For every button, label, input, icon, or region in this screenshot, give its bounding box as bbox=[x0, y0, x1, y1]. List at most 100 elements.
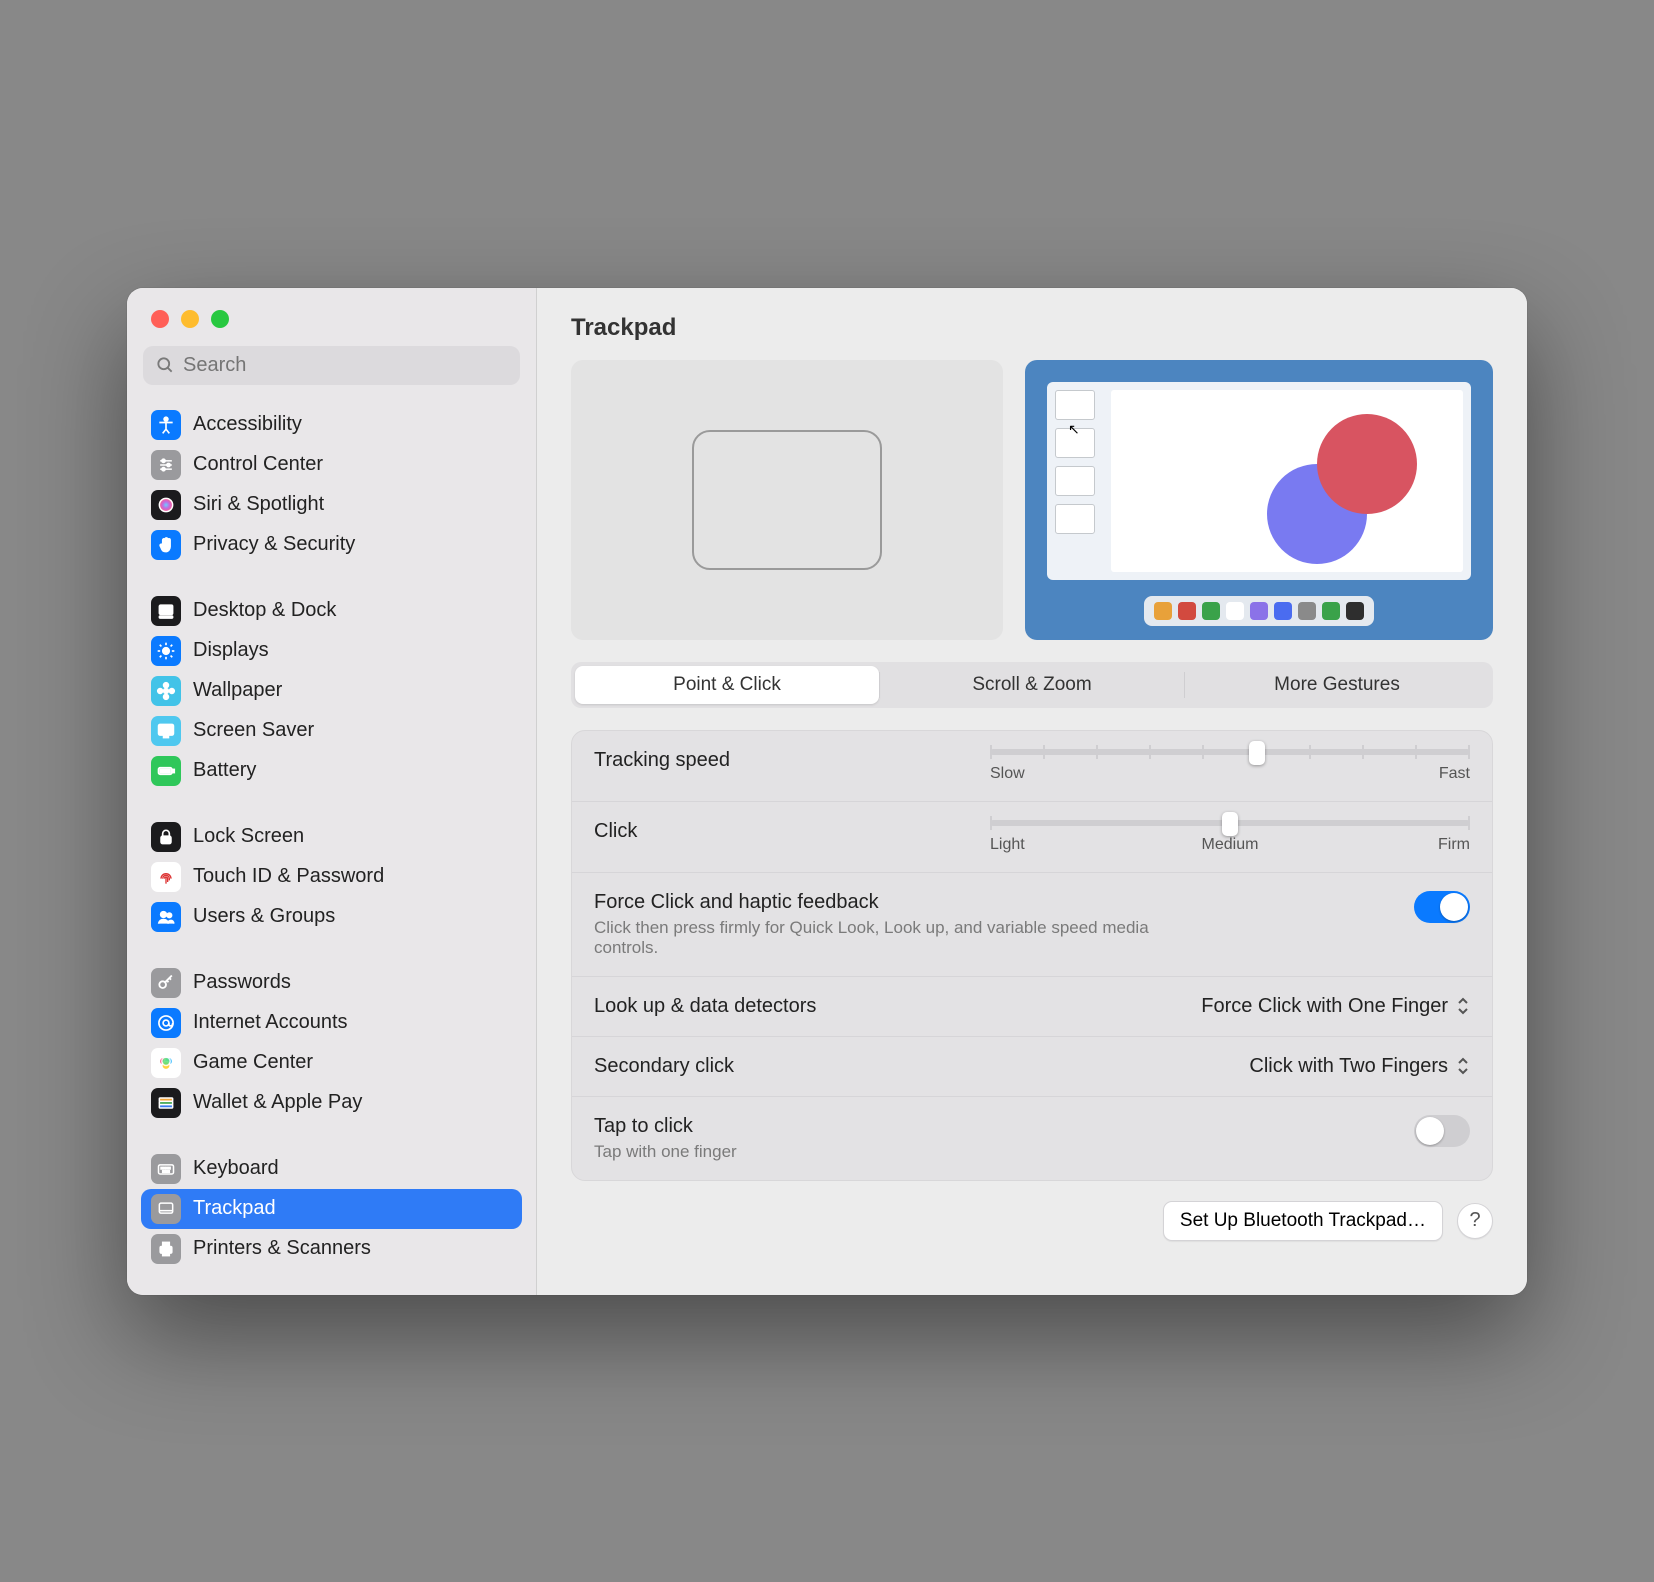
sidebar-item-label: Displays bbox=[193, 639, 269, 662]
hand-icon bbox=[151, 530, 181, 560]
sidebar-item-label: Desktop & Dock bbox=[193, 599, 336, 622]
color-palette bbox=[1144, 596, 1374, 626]
click-label: Click bbox=[594, 820, 637, 843]
click-slider[interactable]: Light Medium Firm bbox=[990, 820, 1470, 854]
sidebar-item-screen-saver[interactable]: Screen Saver bbox=[141, 711, 522, 751]
search-field[interactable] bbox=[143, 346, 520, 385]
sidebar-item-label: Wallet & Apple Pay bbox=[193, 1091, 362, 1114]
palette-swatch bbox=[1322, 602, 1340, 620]
fingerprint-icon bbox=[151, 862, 181, 892]
accessibility-icon bbox=[151, 410, 181, 440]
chevron-up-down-icon bbox=[1456, 996, 1470, 1016]
sidebar-item-desktop-dock[interactable]: Desktop & Dock bbox=[141, 591, 522, 631]
sidebar-item-label: Users & Groups bbox=[193, 905, 335, 928]
at-icon bbox=[151, 1008, 181, 1038]
force-click-sub: Click then press firmly for Quick Look, … bbox=[594, 918, 1214, 958]
keyboard-icon bbox=[151, 1154, 181, 1184]
sidebar: Accessibility Control Center Siri & Spotli… bbox=[127, 288, 537, 1295]
trackpad-outline-icon bbox=[692, 430, 882, 570]
sidebar-item-label: Printers & Scanners bbox=[193, 1237, 371, 1260]
sidebar-item-label: Screen Saver bbox=[193, 719, 314, 742]
demo-thumbnail bbox=[1055, 504, 1095, 534]
lock-icon bbox=[151, 822, 181, 852]
sidebar-item-wallpaper[interactable]: Wallpaper bbox=[141, 671, 522, 711]
lookup-label: Look up & data detectors bbox=[594, 995, 816, 1018]
sidebar-item-label: Lock Screen bbox=[193, 825, 304, 848]
zoom-window-button[interactable] bbox=[211, 310, 229, 328]
force-click-toggle[interactable] bbox=[1414, 891, 1470, 923]
slider-max-label: Fast bbox=[1439, 765, 1470, 783]
main-content: Trackpad ↖ bbox=[537, 288, 1527, 1295]
slider-left-label: Light bbox=[990, 836, 1150, 854]
tap-to-click-label: Tap to click bbox=[594, 1115, 737, 1138]
screensaver-icon bbox=[151, 716, 181, 746]
demo-canvas bbox=[1111, 390, 1463, 572]
tap-to-click-sub: Tap with one finger bbox=[594, 1142, 737, 1162]
lookup-value: Force Click with One Finger bbox=[1201, 995, 1448, 1018]
trackpad-icon bbox=[151, 1194, 181, 1224]
palette-swatch bbox=[1178, 602, 1196, 620]
trackpad-preview bbox=[571, 360, 1003, 640]
close-window-button[interactable] bbox=[151, 310, 169, 328]
sidebar-item-privacy-security[interactable]: Privacy & Security bbox=[141, 525, 522, 565]
siri-icon bbox=[151, 490, 181, 520]
sidebar-item-trackpad[interactable]: Trackpad bbox=[141, 1189, 522, 1229]
palette-swatch bbox=[1346, 602, 1364, 620]
sidebar-item-label: Battery bbox=[193, 759, 256, 782]
sidebar-item-lock-screen[interactable]: Lock Screen bbox=[141, 817, 522, 857]
tracking-speed-slider[interactable]: Slow Fast bbox=[990, 749, 1470, 783]
sidebar-item-keyboard[interactable]: Keyboard bbox=[141, 1149, 522, 1189]
slider-thumb[interactable] bbox=[1222, 812, 1238, 836]
search-icon bbox=[155, 355, 175, 375]
setup-bluetooth-button[interactable]: Set Up Bluetooth Trackpad… bbox=[1163, 1201, 1443, 1241]
sidebar-item-displays[interactable]: Displays bbox=[141, 631, 522, 671]
sidebar-item-label: Game Center bbox=[193, 1051, 313, 1074]
sidebar-item-label: Siri & Spotlight bbox=[193, 493, 324, 516]
tap-to-click-toggle[interactable] bbox=[1414, 1115, 1470, 1147]
sidebar-item-label: Touch ID & Password bbox=[193, 865, 384, 888]
minimize-window-button[interactable] bbox=[181, 310, 199, 328]
demo-shape-red bbox=[1317, 414, 1417, 514]
tab-point-click[interactable]: Point & Click bbox=[575, 666, 879, 704]
tracking-speed-row: Tracking speed Slow Fast bbox=[572, 731, 1492, 802]
printer-icon bbox=[151, 1234, 181, 1264]
force-click-label: Force Click and haptic feedback bbox=[594, 891, 1214, 914]
slider-thumb[interactable] bbox=[1249, 741, 1265, 765]
sidebar-item-touch-id-password[interactable]: Touch ID & Password bbox=[141, 857, 522, 897]
sidebar-item-accessibility[interactable]: Accessibility bbox=[141, 405, 522, 445]
force-click-row: Force Click and haptic feedback Click th… bbox=[572, 873, 1492, 977]
chevron-up-down-icon bbox=[1456, 1056, 1470, 1076]
lookup-popup[interactable]: Force Click with One Finger bbox=[1201, 995, 1470, 1018]
slider-mid-label: Medium bbox=[1150, 836, 1310, 854]
sidebar-item-siri-spotlight[interactable]: Siri & Spotlight bbox=[141, 485, 522, 525]
sidebar-item-wallet-apple-pay[interactable]: Wallet & Apple Pay bbox=[141, 1083, 522, 1123]
gamecenter-icon bbox=[151, 1048, 181, 1078]
footer-row: Set Up Bluetooth Trackpad… ? bbox=[571, 1201, 1493, 1241]
sidebar-item-battery[interactable]: Battery bbox=[141, 751, 522, 791]
sidebar-item-users-groups[interactable]: Users & Groups bbox=[141, 897, 522, 937]
help-button[interactable]: ? bbox=[1457, 1203, 1493, 1239]
flower-icon bbox=[151, 676, 181, 706]
sidebar-item-internet-accounts[interactable]: Internet Accounts bbox=[141, 1003, 522, 1043]
sidebar-item-game-center[interactable]: Game Center bbox=[141, 1043, 522, 1083]
sidebar-item-label: Keyboard bbox=[193, 1157, 279, 1180]
window-controls bbox=[127, 302, 536, 346]
sidebar-item-passwords[interactable]: Passwords bbox=[141, 963, 522, 1003]
sidebar-item-printers-scanners[interactable]: Printers & Scanners bbox=[141, 1229, 522, 1269]
click-row: Click Light Medium Firm bbox=[572, 802, 1492, 873]
search-input[interactable] bbox=[183, 354, 508, 377]
tab-more-gestures[interactable]: More Gestures bbox=[1185, 666, 1489, 704]
tab-scroll-zoom[interactable]: Scroll & Zoom bbox=[880, 666, 1184, 704]
sidebar-item-label: Wallpaper bbox=[193, 679, 282, 702]
secondary-click-label: Secondary click bbox=[594, 1055, 734, 1078]
settings-window: Accessibility Control Center Siri & Spotli… bbox=[127, 288, 1527, 1295]
secondary-click-value: Click with Two Fingers bbox=[1249, 1055, 1448, 1078]
demo-thumbnail bbox=[1055, 466, 1095, 496]
lookup-row: Look up & data detectors Force Click wit… bbox=[572, 977, 1492, 1037]
sidebar-item-control-center[interactable]: Control Center bbox=[141, 445, 522, 485]
secondary-click-popup[interactable]: Click with Two Fingers bbox=[1249, 1055, 1470, 1078]
sidebar-item-label: Trackpad bbox=[193, 1197, 276, 1220]
palette-swatch bbox=[1202, 602, 1220, 620]
palette-swatch bbox=[1250, 602, 1268, 620]
sidebar-item-label: Accessibility bbox=[193, 413, 302, 436]
